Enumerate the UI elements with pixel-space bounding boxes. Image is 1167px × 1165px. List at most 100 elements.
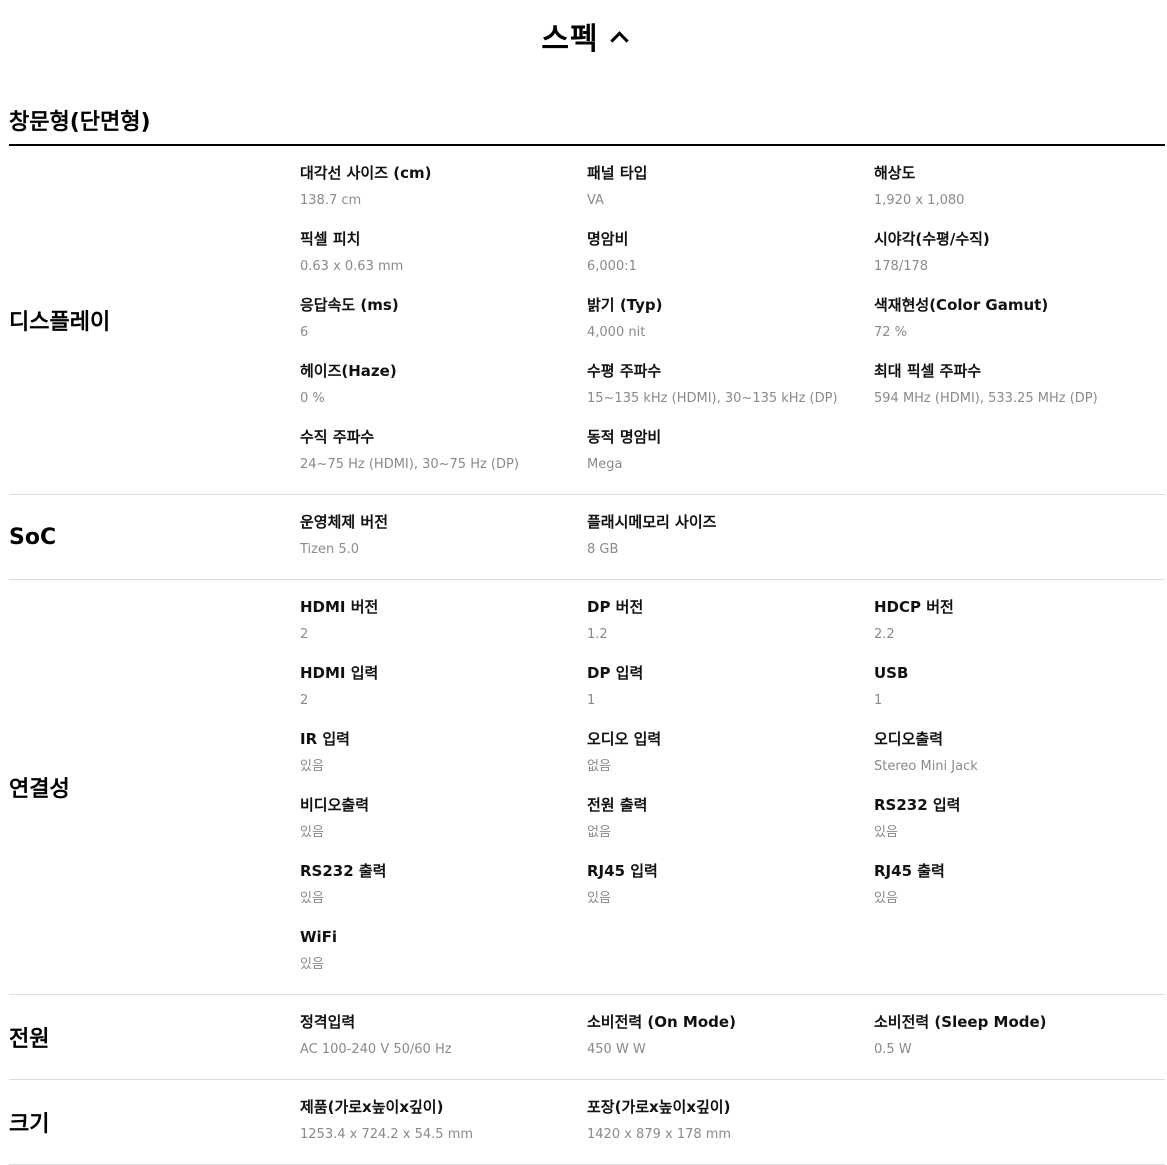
spec-label: 픽셀 피치 xyxy=(300,230,361,248)
spec-item: 응답속도 (ms) 6 xyxy=(300,288,587,354)
spec-label: 헤이즈(Haze) xyxy=(300,362,397,380)
spec-items: HDMI 버전 2 DP 버전 1.2 HDCP 버전 2.2 HDMI 입력 2 DP 입력 1… xyxy=(300,580,1165,994)
spec-value: AC 100-240 V 50/60 Hz xyxy=(300,1042,452,1057)
spec-item: 플래시메모리 사이즈 8 GB xyxy=(587,505,874,571)
page-title: 스펙 xyxy=(541,22,599,57)
spec-label: HDMI 입력 xyxy=(300,664,379,682)
spec-item: 수평 주파수 15~135 kHz (HDMI), 30~135 kHz (DP) xyxy=(587,354,874,420)
spec-item: 해상도 1,920 x 1,080 xyxy=(874,156,1161,222)
spec-label: IR 입력 xyxy=(300,730,350,748)
spec-label: 동적 명암비 xyxy=(587,428,662,446)
spec-label: 패널 타입 xyxy=(587,164,648,182)
spec-item: 운영체제 버전 Tizen 5.0 xyxy=(300,505,587,571)
spec-value: Mega xyxy=(587,457,623,472)
spec-value: 2 xyxy=(300,693,309,708)
spec-value: 2.2 xyxy=(874,627,895,642)
spec-item: 오디오출력 Stereo Mini Jack xyxy=(874,722,1161,788)
spec-section-디스플레이: 디스플레이 대각선 사이즈 (cm) 138.7 cm 패널 타입 VA 해상도 1,920… xyxy=(9,146,1165,495)
spec-section-크기: 크기 제품(가로x높이x깊이) 1253.4 x 724.2 x 54.5 mm 포장… xyxy=(9,1080,1165,1165)
spec-items: 대각선 사이즈 (cm) 138.7 cm 패널 타입 VA 해상도 1,920 x 1,… xyxy=(300,146,1165,494)
spec-value: 있음 xyxy=(300,891,324,906)
spec-value: 1.2 xyxy=(587,627,608,642)
spec-item: 패널 타입 VA xyxy=(587,156,874,222)
spec-item: 수직 주파수 24~75 Hz (HDMI), 30~75 Hz (DP) xyxy=(300,420,587,486)
spec-value: 0.63 x 0.63 mm xyxy=(300,259,404,274)
spec-item: 소비전력 (Sleep Mode) 0.5 W xyxy=(874,1005,1161,1071)
spec-value: 6 xyxy=(300,325,309,340)
spec-item: HDCP 버전 2.2 xyxy=(874,590,1161,656)
spec-value: 있음 xyxy=(300,759,324,774)
spec-item: RS232 출력있음 xyxy=(300,854,587,920)
spec-item: USB 1 xyxy=(874,656,1161,722)
spec-value: 1420 x 879 x 178 mm xyxy=(587,1127,732,1142)
spec-item: 헤이즈(Haze) 0 % xyxy=(300,354,587,420)
spec-label: USB xyxy=(874,664,909,682)
spec-label: RS232 입력 xyxy=(874,796,961,814)
spec-label: 오디오출력 xyxy=(874,730,944,748)
spec-items: 제품(가로x높이x깊이) 1253.4 x 724.2 x 54.5 mm 포장(가… xyxy=(300,1080,1165,1164)
spec-label: RJ45 출력 xyxy=(874,862,945,880)
spec-label: HDCP 버전 xyxy=(874,598,954,616)
spec-label: 플래시메모리 사이즈 xyxy=(587,513,717,531)
spec-items: 정격입력 AC 100-240 V 50/60 Hz 소비전력 (On Mode) 4… xyxy=(300,995,1165,1079)
spec-label: 시야각(수평/수직) xyxy=(874,230,990,248)
spec-value: 4,000 nit xyxy=(587,325,646,340)
spec-section-soc: SoC 운영체제 버전 Tizen 5.0 플래시메모리 사이즈 8 GB xyxy=(9,495,1165,580)
spec-value: 178/178 xyxy=(874,259,929,274)
spec-header[interactable]: 스펙 xyxy=(0,0,1167,72)
spec-item: DP 입력 1 xyxy=(587,656,874,722)
spec-item: 픽셀 피치 0.63 x 0.63 mm xyxy=(300,222,587,288)
spec-label: 대각선 사이즈 (cm) xyxy=(300,164,432,182)
section-title: 크기 xyxy=(9,1112,50,1137)
spec-value: 0.5 W xyxy=(874,1042,912,1057)
spec-label: 수직 주파수 xyxy=(300,428,375,446)
spec-value: 있음 xyxy=(587,891,611,906)
spec-item: 포장(가로x높이x깊이) 1420 x 879 x 178 mm xyxy=(587,1090,874,1156)
spec-item: 정격입력 AC 100-240 V 50/60 Hz xyxy=(300,1005,587,1071)
chevron-up-icon[interactable] xyxy=(609,30,629,50)
spec-item: RJ45 출력 있음 xyxy=(874,854,1161,920)
spec-item: HDMI 입력 2 xyxy=(300,656,587,722)
spec-value: 1 xyxy=(874,693,883,708)
spec-label: DP 입력 xyxy=(587,664,644,682)
spec-label: 해상도 xyxy=(874,164,916,182)
spec-value: 24~75 Hz (HDMI), 30~75 Hz (DP) xyxy=(300,457,519,472)
spec-items: 운영체제 버전 Tizen 5.0 플래시메모리 사이즈 8 GB xyxy=(300,495,1165,579)
spec-label: 전원 출력 xyxy=(587,796,648,814)
section-title: 전원 xyxy=(9,1027,50,1052)
spec-value: 8 GB xyxy=(587,542,619,557)
spec-item: 최대 픽셀 주파수 594 MHz (HDMI), 533.25 MHz (DP) xyxy=(874,354,1161,420)
spec-label: DP 버전 xyxy=(587,598,644,616)
spec-section-전원: 전원 정격입력 AC 100-240 V 50/60 Hz 소비전력 (On Mode… xyxy=(9,995,1165,1080)
spec-item: 제품(가로x높이x깊이) 1253.4 x 724.2 x 54.5 mm xyxy=(300,1090,587,1156)
spec-item: 명암비 6,000:1 xyxy=(587,222,874,288)
spec-value: Stereo Mini Jack xyxy=(874,759,978,774)
spec-value: 1,920 x 1,080 xyxy=(874,193,965,208)
section-title: 디스플레이 xyxy=(9,310,111,335)
spec-item: 전원 출력 없음 xyxy=(587,788,874,854)
spec-item: 대각선 사이즈 (cm) 138.7 cm xyxy=(300,156,587,222)
spec-value: 있음 xyxy=(300,825,324,840)
spec-table: 디스플레이 대각선 사이즈 (cm) 138.7 cm 패널 타입 VA 해상도 1,920… xyxy=(9,146,1165,1165)
spec-value: 1 xyxy=(587,693,596,708)
spec-item: DP 버전 1.2 xyxy=(587,590,874,656)
spec-value: 있음 xyxy=(300,957,324,972)
spec-label: 명암비 xyxy=(587,230,629,248)
spec-label: 정격입력 xyxy=(300,1013,356,1031)
spec-item: IR 입력있음 xyxy=(300,722,587,788)
spec-label: WiFi xyxy=(300,928,338,946)
spec-label: 제품(가로x높이x깊이) xyxy=(300,1098,444,1116)
spec-value: 2 xyxy=(300,627,309,642)
spec-item: 비디오출력 있음 xyxy=(300,788,587,854)
spec-label: 응답속도 (ms) xyxy=(300,296,399,314)
spec-label: 운영체제 버전 xyxy=(300,513,389,531)
spec-item: RJ45 입력 있음 xyxy=(587,854,874,920)
spec-value: VA xyxy=(587,193,604,208)
spec-value: 0 % xyxy=(300,391,325,406)
spec-label: RS232 출력 xyxy=(300,862,387,880)
spec-value: 450 W W xyxy=(587,1042,646,1057)
spec-item: 시야각(수평/수직) 178/178 xyxy=(874,222,1161,288)
spec-item: HDMI 버전 2 xyxy=(300,590,587,656)
spec-item: RS232 입력 있음 xyxy=(874,788,1161,854)
spec-label: 포장(가로x높이x깊이) xyxy=(587,1098,731,1116)
